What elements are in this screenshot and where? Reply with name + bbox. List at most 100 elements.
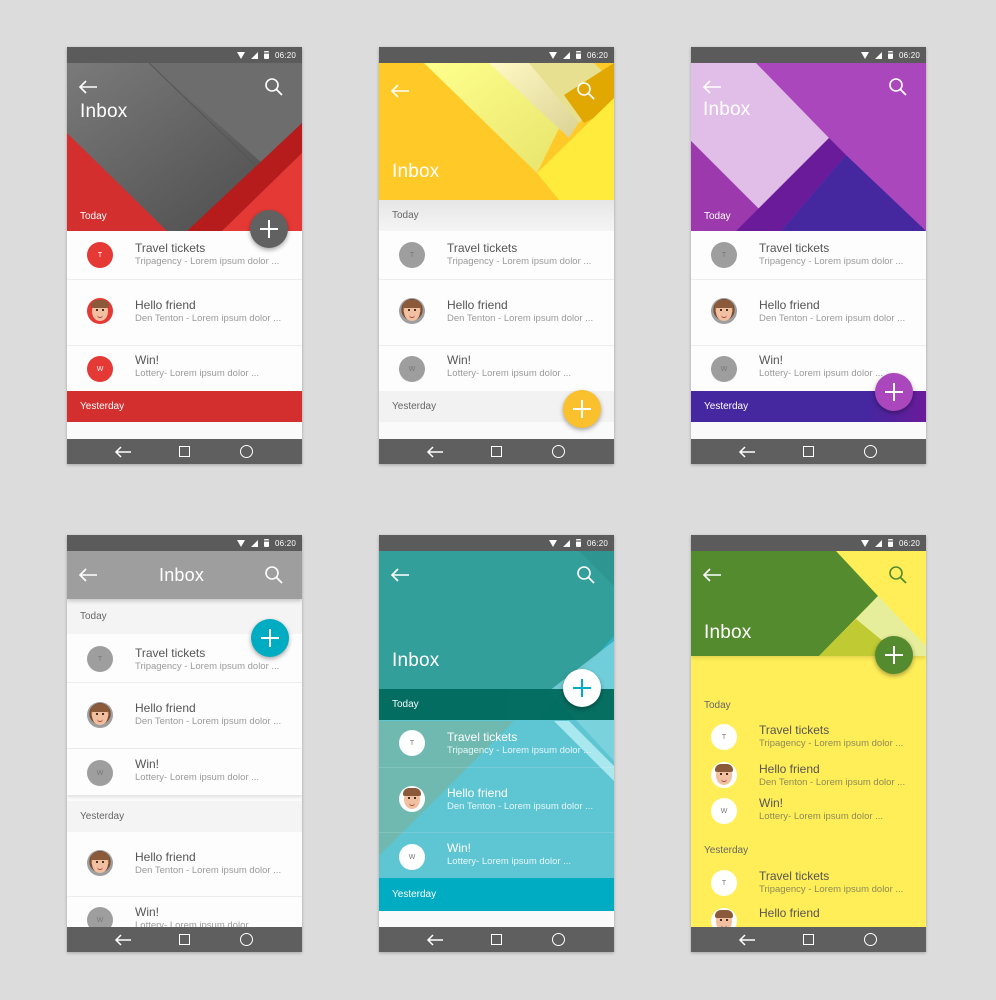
list-item[interactable]: Hello friend Den Tenton - Lorem ipsum do…: [379, 280, 614, 346]
nav-back-button[interactable]: [92, 927, 154, 952]
list-item[interactable]: W Win! Lottery- Lorem ipsum dolor ...: [379, 346, 614, 391]
nav-back-icon: [114, 445, 131, 458]
item-subtitle: Tripagency - Lorem ipsum dolor ...: [135, 661, 280, 672]
item-title: Win!: [135, 353, 159, 367]
avatar: W: [711, 356, 737, 382]
list-item[interactable]: Hello friend Den Tenton - Lorem ipsum do…: [691, 757, 926, 793]
nav-back-button[interactable]: [92, 439, 154, 464]
item-title: Hello friend: [135, 298, 196, 312]
item-subtitle: Den Tenton - Lorem ipsum dolor ...: [759, 313, 906, 324]
item-subtitle: Tripagency - Lorem ipsum dolor ...: [759, 256, 904, 267]
item-title: Win!: [759, 353, 783, 367]
compose-fab[interactable]: [875, 373, 913, 411]
nav-recent-button[interactable]: [216, 439, 278, 464]
list-item[interactable]: T Travel tickets Tripagency - Lorem ipsu…: [691, 717, 926, 757]
item-subtitle: Lottery- Lorem ipsum dolor ...: [135, 368, 260, 379]
back-arrow-icon[interactable]: [78, 568, 98, 582]
status-time: 06:20: [586, 50, 608, 60]
section-today: Today: [704, 210, 731, 222]
back-arrow-icon[interactable]: [390, 84, 410, 98]
nav-recent-button[interactable]: [528, 927, 590, 952]
compose-fab[interactable]: [875, 636, 913, 674]
nav-home-button[interactable]: [154, 927, 216, 952]
back-arrow-icon[interactable]: [702, 80, 722, 94]
avatar: T: [711, 242, 737, 268]
item-subtitle: Den Tenton - Lorem ipsum dolor ...: [447, 801, 594, 812]
nav-recent-button[interactable]: [840, 927, 902, 952]
phone-grey-cyan: 06:20 Inbox Today T Travel tickets Tripa…: [67, 535, 302, 952]
compose-fab[interactable]: [563, 390, 601, 428]
search-icon[interactable]: [576, 565, 596, 585]
item-title: Win!: [135, 905, 159, 919]
avatar: [399, 786, 425, 812]
signal-icon: [874, 539, 882, 547]
back-arrow-icon[interactable]: [390, 568, 410, 582]
nav-back-icon: [738, 933, 755, 946]
list-item[interactable]: Hello friend Den Tenton - Lorem ipsum do…: [379, 768, 614, 833]
item-subtitle: Tripagency - Lorem ipsum dolor ...: [447, 256, 592, 267]
compose-fab[interactable]: [251, 619, 289, 657]
nav-recent-button[interactable]: [840, 439, 902, 464]
signal-icon: [250, 51, 258, 59]
battery-icon: [263, 51, 269, 59]
list-item[interactable]: Hello friend Den Tenton - Lorem ipsum do…: [67, 683, 302, 749]
search-icon[interactable]: [264, 565, 284, 585]
list-item[interactable]: W Win! Lottery- Lorem ipsum dolor ...: [67, 346, 302, 391]
navigation-bar: [379, 927, 614, 952]
search-icon[interactable]: [264, 77, 284, 97]
nav-circle-icon: [240, 445, 253, 458]
nav-back-button[interactable]: [716, 927, 778, 952]
item-title: Travel tickets: [759, 869, 830, 883]
wifi-icon: [860, 539, 869, 547]
back-arrow-icon[interactable]: [78, 80, 98, 94]
status-bar: 06:20: [691, 47, 926, 63]
page-title: Inbox: [392, 650, 440, 671]
list-item[interactable]: W Win! Lottery- Lorem ipsum dolor ...: [67, 749, 302, 795]
compose-fab[interactable]: [250, 210, 288, 248]
avatar: W: [87, 356, 113, 382]
status-time: 06:20: [898, 50, 920, 60]
nav-home-button[interactable]: [778, 439, 840, 464]
avatar: T: [399, 730, 425, 756]
list-item[interactable]: Hello friend Den Tenton - Lorem ipsum do…: [67, 832, 302, 897]
nav-home-button[interactable]: [466, 439, 528, 464]
list-item[interactable]: T Travel tickets Tripagency - Lorem ipsu…: [691, 865, 926, 905]
search-icon[interactable]: [888, 77, 908, 97]
nav-back-icon: [738, 445, 755, 458]
nav-back-button[interactable]: [716, 439, 778, 464]
item-subtitle: Tripagency - Lorem ipsum dolor ...: [759, 884, 904, 895]
list-item[interactable]: W Win! Lottery- Lorem ipsum dolor ...: [379, 833, 614, 879]
search-icon[interactable]: [576, 81, 596, 101]
nav-recent-button[interactable]: [216, 927, 278, 952]
list-item[interactable]: W Win! Lottery- Lorem ipsum dolor ...: [691, 793, 926, 833]
list-item[interactable]: T Travel tickets Tripagency - Lorem ipsu…: [691, 231, 926, 280]
wifi-icon: [860, 51, 869, 59]
nav-home-button[interactable]: [778, 927, 840, 952]
avatar: T: [711, 724, 737, 750]
nav-back-button[interactable]: [404, 439, 466, 464]
item-title: Travel tickets: [135, 241, 206, 255]
page-title: Inbox: [392, 161, 440, 182]
status-bar: 06:20: [379, 47, 614, 63]
message-list: T Travel tickets Tripagency - Lorem ipsu…: [379, 231, 614, 391]
list-item[interactable]: Hello friend Den Tenton - Lorem ipsum do…: [67, 280, 302, 346]
nav-back-button[interactable]: [404, 927, 466, 952]
nav-home-button[interactable]: [154, 439, 216, 464]
back-arrow-icon[interactable]: [702, 568, 722, 582]
compose-fab[interactable]: [563, 669, 601, 707]
item-subtitle: Lottery- Lorem ipsum dolor ...: [447, 856, 572, 867]
avatar: [399, 298, 425, 324]
nav-circle-icon: [864, 933, 877, 946]
search-icon[interactable]: [888, 565, 908, 585]
app-header: Inbox: [379, 63, 614, 200]
list-item[interactable]: T Travel tickets Tripagency - Lorem ipsu…: [379, 720, 614, 768]
nav-recent-button[interactable]: [528, 439, 590, 464]
list-item[interactable]: T Travel tickets Tripagency - Lorem ipsu…: [379, 231, 614, 280]
item-title: Win!: [447, 353, 471, 367]
wifi-icon: [236, 539, 245, 547]
item-title: Hello friend: [447, 298, 508, 312]
status-time: 06:20: [274, 538, 296, 548]
nav-home-button[interactable]: [466, 927, 528, 952]
message-list: T Travel tickets Tripagency - Lorem ipsu…: [67, 231, 302, 391]
list-item[interactable]: Hello friend Den Tenton - Lorem ipsum do…: [691, 280, 926, 346]
